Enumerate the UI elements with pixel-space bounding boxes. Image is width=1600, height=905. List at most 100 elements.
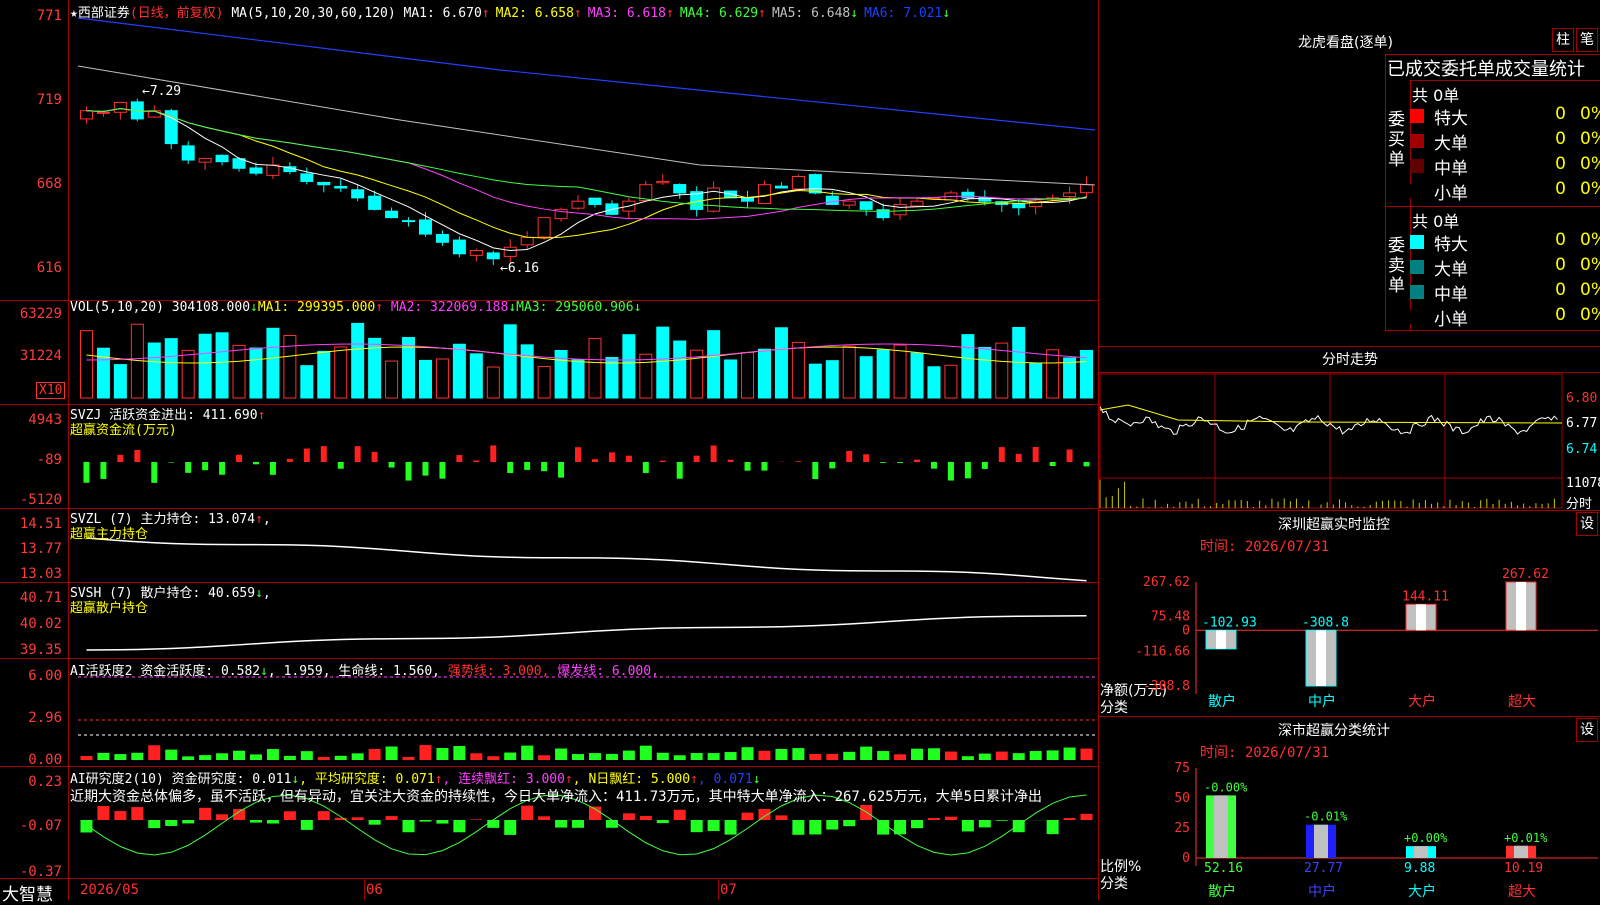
volume-bar <box>623 335 635 398</box>
svzl-arrow: ↑ <box>255 512 263 527</box>
class-value-label: 10.19 <box>1504 861 1543 876</box>
monitor-ytick: -116.66 <box>1135 644 1190 659</box>
svzj-bar <box>270 462 276 475</box>
candle-body <box>80 111 92 119</box>
svzj-bar <box>592 459 598 462</box>
ai2-bar <box>623 751 635 760</box>
ai2-tick-1: 6.00 <box>0 668 62 684</box>
ai2-tick-2: 2.96 <box>0 710 62 726</box>
ai3-a4: ↑ <box>690 772 698 787</box>
vol-unit-badge[interactable]: X10 <box>36 382 65 399</box>
candle-body <box>250 168 262 173</box>
ai3-bar <box>352 817 364 820</box>
ai2-bar <box>182 756 194 760</box>
volume-bar <box>962 335 974 398</box>
ai2-bar <box>979 754 991 760</box>
volume-bar <box>97 348 109 398</box>
svsh-tick-3: 39.35 <box>0 642 62 658</box>
ai3-bar <box>640 816 652 820</box>
ai2-bar <box>487 756 499 760</box>
class-change-label: +0.00% <box>1404 831 1448 845</box>
svzj-bar <box>677 462 683 479</box>
monitor-ytick: 0 <box>1182 623 1190 638</box>
ai3-bar <box>250 820 262 823</box>
candle-body <box>436 234 448 242</box>
vol-ma1-arrow: ↑ <box>375 300 383 315</box>
volume-bar <box>148 343 160 398</box>
class-change-label: +0.01% <box>1504 831 1548 845</box>
ai2-bar <box>250 754 262 760</box>
ai3-bar <box>216 814 228 820</box>
ai2-bar <box>1081 749 1093 760</box>
ai2-bar <box>674 755 686 760</box>
volume-bar <box>1047 350 1059 398</box>
ai3-bar <box>928 818 940 820</box>
kline-svg[interactable]: ←7.29 ←6.16 <box>0 0 1098 900</box>
ai3-bar <box>674 810 686 820</box>
monitor-ytick: 267.62 <box>1143 575 1190 590</box>
class-bar-highlight <box>1514 846 1528 858</box>
volume-bar <box>335 347 347 398</box>
class-bar-highlight <box>1414 846 1428 858</box>
ai2-bar <box>894 754 906 760</box>
ai3-bar <box>979 820 991 827</box>
volume-bar <box>80 331 92 398</box>
volume-bar <box>894 345 906 398</box>
bar-highlight <box>1416 604 1426 630</box>
ai3-bar <box>1047 820 1059 834</box>
candle-body <box>403 221 415 222</box>
candle-body <box>758 185 770 204</box>
ai2-bar <box>572 754 584 760</box>
ai2-burst: 爆发线: 6.000, <box>557 664 659 679</box>
class-ytick: 75 <box>1174 761 1190 776</box>
ai3-bar <box>301 820 313 830</box>
bar-value-label: 267.62 <box>1502 567 1549 582</box>
ai2-bar <box>606 754 618 760</box>
brand-label: 大智慧 <box>2 880 53 905</box>
ai3-bar <box>487 820 499 828</box>
svzl-subtitle: 超赢主力持仓 <box>70 523 148 542</box>
x-label-jul: 07 <box>720 882 737 898</box>
bar-highlight <box>1216 630 1226 649</box>
ai2-bar <box>708 753 720 760</box>
ai2-bar <box>470 753 482 760</box>
ai3-bar <box>877 820 889 835</box>
volume-bar <box>419 360 431 398</box>
ai3-bar <box>843 820 855 826</box>
volume-bar <box>725 360 737 398</box>
ai3-bar <box>962 820 974 831</box>
ai2-bar <box>267 749 279 760</box>
candle-body <box>538 218 550 237</box>
bar-value-label: -308.8 <box>1302 615 1349 630</box>
candle-body <box>199 158 211 162</box>
svzj-arrow: ↑ <box>258 408 266 423</box>
vol-arrow: ↓ <box>250 300 258 315</box>
svzj-bar <box>1084 462 1090 466</box>
ai2-bar <box>1064 748 1076 760</box>
ai2-bar <box>742 747 754 760</box>
svzj-bar <box>965 462 971 478</box>
volume-bar <box>436 359 448 398</box>
ai2-bar <box>640 746 652 760</box>
volume-bar <box>114 365 126 398</box>
ai3-bar <box>165 820 177 826</box>
bar-category-label: 中户 <box>1308 693 1336 710</box>
low-price-mark: ←6.16 <box>500 261 539 276</box>
ai2-bar <box>335 756 347 760</box>
ai2-bar <box>945 752 957 760</box>
ai2-bar <box>114 754 126 760</box>
svzj-bar <box>1067 449 1073 462</box>
high-price-mark: ←7.29 <box>142 84 181 99</box>
ai2-bar <box>521 746 533 760</box>
ai3-bar <box>199 808 211 820</box>
ai3-tick-1: 0.23 <box>0 774 62 790</box>
class-bar-highlight <box>1214 795 1228 858</box>
svzj-bar <box>914 460 920 462</box>
ai3-bar <box>657 820 669 823</box>
candle-body <box>843 201 855 205</box>
volume-bar <box>792 342 804 398</box>
ai2-bar <box>877 751 889 760</box>
ai2-bar <box>962 756 974 760</box>
ai3-a2: ↑ <box>435 772 443 787</box>
ai3-a3: ↑ <box>565 772 573 787</box>
